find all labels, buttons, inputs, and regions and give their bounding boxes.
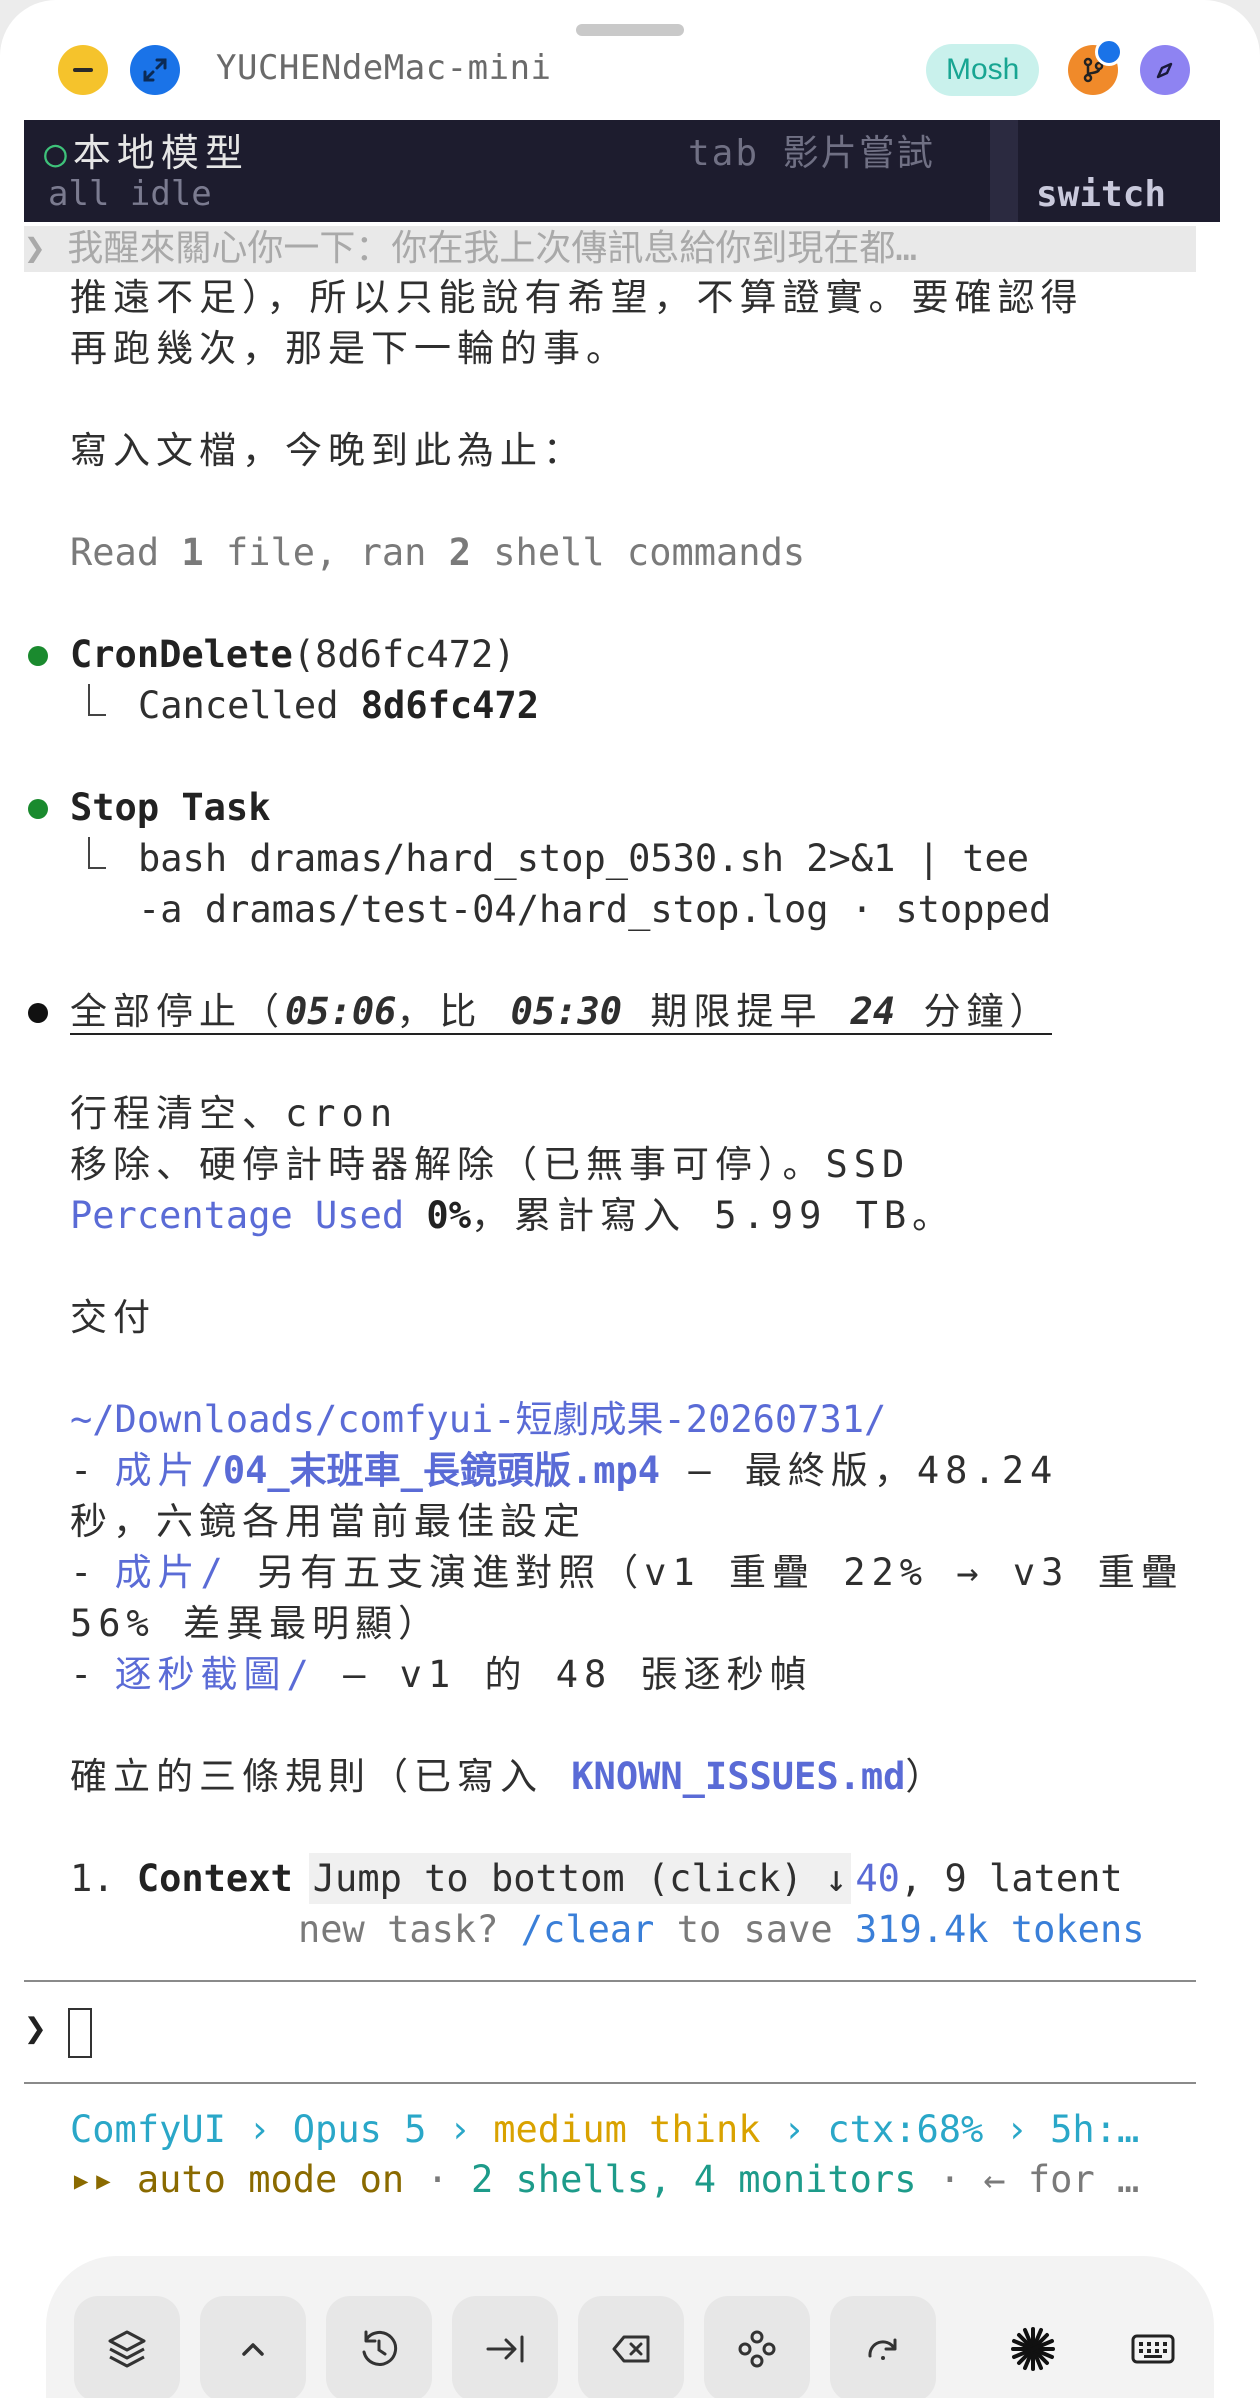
key-toolbar	[46, 2256, 1214, 2398]
compass-icon[interactable]	[1140, 45, 1190, 95]
tab-icon[interactable]	[452, 2296, 558, 2398]
session-hint: tab 影片嘗試	[688, 133, 935, 174]
success-dot-icon	[28, 799, 48, 819]
folder-link[interactable]: 成片/	[115, 1551, 229, 1594]
success-dot-icon	[28, 646, 48, 666]
section-title: 交付	[70, 1296, 156, 1339]
tool-summary[interactable]: Read 1 file, ran 2 shell commands	[70, 527, 805, 578]
output-path-link[interactable]: ~/Downloads/comfyui-短劇成果-20260731/	[70, 1394, 886, 1445]
input-bottom-rule	[24, 2082, 1196, 2084]
chevron-up-icon[interactable]	[200, 2296, 306, 2398]
redo-icon[interactable]	[830, 2296, 936, 2398]
top-bar: YUCHENdeMac-mini Mosh	[0, 38, 1260, 98]
session-status: all idle	[48, 174, 212, 214]
list-item: - 成片/ 另有五支演進對照（v1 重疊 22% → v3 重疊	[70, 1551, 1184, 1594]
history-icon[interactable]	[326, 2296, 432, 2398]
known-issues-link[interactable]: KNOWN_ISSUES.md	[571, 1755, 905, 1798]
claude-spark-icon[interactable]	[980, 2296, 1086, 2398]
gamepad-icon[interactable]	[704, 2296, 810, 2398]
result-elbow-icon	[88, 684, 106, 716]
sheet-grabber[interactable]	[576, 24, 684, 36]
tmux-session-bar[interactable]: ○ 本地模型 tab 影片嘗試 all idle switch	[24, 120, 1220, 222]
session-title: ○ 本地模型	[44, 131, 249, 175]
backspace-icon[interactable]	[578, 2296, 684, 2398]
tool-result: -a dramas/test-04/hard_stop.log · stoppe…	[138, 888, 1052, 931]
clear-tip: new task? /clear to save 319.4k tokens	[298, 1908, 1145, 1951]
rules-heading: 確立的三條規則（已寫入 KNOWN_ISSUES.md）	[70, 1755, 943, 1798]
result-elbow-icon	[88, 837, 106, 869]
file-link[interactable]: /04_末班車_長鏡頭版.mp4	[201, 1449, 660, 1492]
host-name: YUCHENdeMac-mini	[216, 48, 552, 88]
expand-icon[interactable]	[130, 45, 180, 95]
transcript-line: 行程清空、cron	[70, 1092, 399, 1135]
folder-link[interactable]: 逐秒截圖/	[115, 1653, 315, 1696]
text-cursor	[68, 2008, 92, 2058]
switch-button[interactable]: switch	[1036, 174, 1166, 215]
mode-line[interactable]: ▸▸ auto mode on · 2 shells, 4 monitors ·…	[70, 2158, 1139, 2201]
transcript-line: 推遠不足），所以只能說有希望，不算證實。要確認得	[70, 276, 1084, 319]
tool-call-stop-task[interactable]: Stop Task	[70, 782, 270, 833]
minimize-icon[interactable]	[58, 45, 108, 95]
layers-icon[interactable]	[74, 2296, 180, 2398]
prompt-input[interactable]: ❯	[24, 2000, 1196, 2064]
summary-heading: 全部停止（05:06，比 05:30 期限提早 24 分鐘）	[70, 990, 1053, 1035]
keyboard-icon[interactable]	[1100, 2296, 1206, 2398]
clear-command[interactable]: /clear	[521, 1908, 655, 1951]
tmux-divider	[990, 120, 1018, 222]
tool-call-crondelete[interactable]: CronDelete(8d6fc472)	[70, 629, 516, 680]
transcript-line: 移除、硬停計時器解除（已無事可停）。SSD	[70, 1143, 911, 1186]
tool-result: bash dramas/hard_stop_0530.sh 2>&1 | tee	[138, 837, 1030, 880]
list-item-cont: 56% 差異最明顯）	[70, 1602, 442, 1645]
message-dot-icon	[28, 1003, 48, 1023]
list-item: - 逐秒截圖/ — v1 的 48 張逐秒幀	[70, 1653, 813, 1696]
terminal-sheet: YUCHENdeMac-mini Mosh ○ 本地模型 tab 影片嘗試 all…	[0, 0, 1260, 2398]
transcript-line: 寫入文檔，今晚到此為止：	[70, 429, 586, 472]
list-item: - 成片/04_末班車_長鏡頭版.mp4 — 最終版，48.24	[70, 1449, 1059, 1492]
list-item-cont: 秒，六鏡各用當前最佳設定	[70, 1500, 586, 1543]
jump-to-bottom-button[interactable]: Jump to bottom (click) ↓	[308, 1853, 852, 1904]
input-top-rule	[24, 1980, 1196, 1982]
status-line: ComfyUI › Opus 5 › medium think › ctx:68…	[70, 2108, 1140, 2151]
context-line: 1. Context Jump to bottom (click) ↓ 40, 9 …	[70, 1853, 1123, 1904]
mosh-badge[interactable]: Mosh	[926, 44, 1040, 96]
notification-dot	[1095, 38, 1123, 66]
folder-link[interactable]: 成片	[115, 1449, 201, 1492]
prompt-preview[interactable]: ❯ 我醒來關心你一下：你在我上次傳訊息給你到現在都…	[24, 226, 1196, 272]
transcript-line: Percentage Used 0%，累計寫入 5.99 TB。	[70, 1194, 956, 1237]
prompt-chevron-icon: ❯	[24, 2006, 47, 2050]
tool-result: Cancelled 8d6fc472	[138, 684, 539, 727]
transcript-line: 再跑幾次，那是下一輪的事。	[70, 327, 629, 370]
